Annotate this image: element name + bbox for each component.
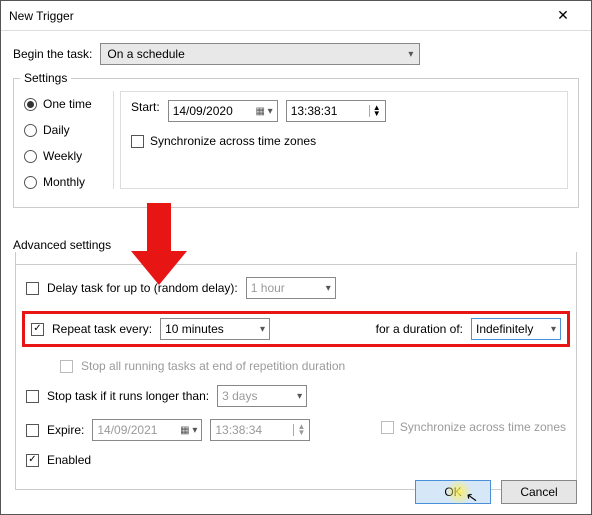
titlebar: New Trigger ✕ bbox=[1, 1, 591, 31]
calendar-icon: ▦ ▾ bbox=[180, 425, 197, 436]
cursor-icon: ↖ bbox=[465, 488, 480, 507]
chevron-down-icon: ▾ bbox=[551, 324, 556, 335]
close-icon: ✕ bbox=[557, 7, 569, 24]
sync-timezones-checkbox[interactable]: Synchronize across time zones bbox=[131, 134, 316, 148]
delay-label: Delay task for up to (random delay): bbox=[47, 281, 238, 295]
radio-icon bbox=[24, 150, 37, 163]
expire-sync-checkbox: Synchronize across time zones bbox=[381, 420, 566, 434]
ok-button[interactable]: OK ↖ bbox=[415, 480, 491, 504]
enabled-checkbox[interactable] bbox=[26, 454, 39, 467]
dialog-buttons: OK ↖ Cancel bbox=[415, 480, 577, 504]
advanced-group: Delay task for up to (random delay): 1 h… bbox=[15, 252, 577, 490]
start-panel: Start: 14/09/2020 ▦ ▾ 13:38:31 ▲▼ Synchr… bbox=[120, 91, 568, 189]
expire-time-value: 13:38:34 bbox=[215, 423, 262, 437]
spinner-icon: ▲▼ bbox=[369, 105, 381, 117]
checkbox-icon bbox=[131, 135, 144, 148]
radio-icon bbox=[24, 124, 37, 137]
repeat-label: Repeat task every: bbox=[52, 322, 152, 336]
stop-all-checkbox bbox=[60, 360, 73, 373]
stop-all-row: Stop all running tasks at end of repetit… bbox=[26, 359, 566, 373]
new-trigger-dialog: New Trigger ✕ Begin the task: On a sched… bbox=[0, 0, 592, 515]
radio-daily[interactable]: Daily bbox=[24, 123, 109, 137]
schedule-radio-group: One time Daily Weekly Monthly bbox=[24, 91, 114, 189]
close-button[interactable]: ✕ bbox=[543, 2, 583, 30]
radio-one-time[interactable]: One time bbox=[24, 97, 109, 111]
begin-task-select[interactable]: On a schedule ▾ bbox=[100, 43, 420, 65]
spinner-icon: ▲▼ bbox=[293, 424, 305, 436]
expire-label: Expire: bbox=[47, 423, 84, 437]
repeat-duration-value: Indefinitely bbox=[476, 322, 533, 336]
enabled-row: Enabled bbox=[26, 453, 566, 467]
stop-if-checkbox[interactable] bbox=[26, 390, 39, 403]
repeat-value: 10 minutes bbox=[165, 322, 224, 336]
radio-icon bbox=[24, 98, 37, 111]
begin-task-label: Begin the task: bbox=[13, 47, 92, 61]
start-date-value: 14/09/2020 bbox=[173, 104, 233, 118]
cancel-label: Cancel bbox=[520, 485, 557, 499]
expire-checkbox[interactable] bbox=[26, 424, 39, 437]
begin-task-value: On a schedule bbox=[107, 47, 184, 61]
expire-date-value: 14/09/2021 bbox=[97, 423, 157, 437]
delay-checkbox[interactable] bbox=[26, 282, 39, 295]
sync-label: Synchronize across time zones bbox=[150, 134, 316, 148]
chevron-down-icon: ▾ bbox=[408, 49, 413, 60]
radio-icon bbox=[24, 176, 37, 189]
stop-if-label: Stop task if it runs longer than: bbox=[47, 389, 209, 403]
settings-legend: Settings bbox=[20, 71, 71, 85]
repeat-interval-select[interactable]: 10 minutes ▾ bbox=[160, 318, 270, 340]
repeat-duration-select[interactable]: Indefinitely ▾ bbox=[471, 318, 561, 340]
chevron-down-icon: ▾ bbox=[326, 283, 331, 294]
chevron-down-icon: ▾ bbox=[297, 391, 302, 402]
radio-label: Monthly bbox=[43, 175, 85, 189]
radio-label: Weekly bbox=[43, 149, 82, 163]
start-date-input[interactable]: 14/09/2020 ▦ ▾ bbox=[168, 100, 278, 122]
repeat-checkbox[interactable] bbox=[31, 323, 44, 336]
expire-sync-label: Synchronize across time zones bbox=[400, 420, 566, 434]
repeat-row: Repeat task every: 10 minutes ▾ for a du… bbox=[31, 318, 561, 340]
cancel-button[interactable]: Cancel bbox=[501, 480, 577, 504]
highlight-annotation: Repeat task every: 10 minutes ▾ for a du… bbox=[22, 311, 570, 347]
ok-label: OK bbox=[444, 485, 461, 499]
chevron-down-icon: ▾ bbox=[260, 324, 265, 335]
radio-label: Daily bbox=[43, 123, 70, 137]
checkbox-icon bbox=[381, 421, 394, 434]
start-time-input[interactable]: 13:38:31 ▲▼ bbox=[286, 100, 386, 122]
radio-weekly[interactable]: Weekly bbox=[24, 149, 109, 163]
stop-if-row: Stop task if it runs longer than: 3 days… bbox=[26, 385, 566, 407]
calendar-icon: ▦ ▾ bbox=[255, 106, 272, 117]
begin-task-row: Begin the task: On a schedule ▾ bbox=[13, 43, 579, 65]
enabled-label: Enabled bbox=[47, 453, 91, 467]
window-title: New Trigger bbox=[9, 9, 74, 23]
expire-date-input[interactable]: 14/09/2021 ▦ ▾ bbox=[92, 419, 202, 441]
stop-if-value-select[interactable]: 3 days ▾ bbox=[217, 385, 307, 407]
dialog-body: Begin the task: On a schedule ▾ Settings… bbox=[1, 31, 591, 498]
delay-row: Delay task for up to (random delay): 1 h… bbox=[26, 277, 566, 299]
radio-monthly[interactable]: Monthly bbox=[24, 175, 109, 189]
repeat-duration-label: for a duration of: bbox=[376, 322, 463, 336]
expire-row: Expire: 14/09/2021 ▦ ▾ 13:38:34 ▲▼ Synch… bbox=[26, 419, 566, 441]
expire-time-input[interactable]: 13:38:34 ▲▼ bbox=[210, 419, 310, 441]
radio-label: One time bbox=[43, 97, 92, 111]
delay-value-select[interactable]: 1 hour ▾ bbox=[246, 277, 336, 299]
delay-value: 1 hour bbox=[251, 281, 285, 295]
start-label: Start: bbox=[131, 100, 160, 114]
start-time-value: 13:38:31 bbox=[291, 104, 338, 118]
advanced-legend: Advanced settings bbox=[13, 238, 579, 252]
settings-group: Settings One time Daily Weekly bbox=[13, 71, 579, 208]
stop-if-value: 3 days bbox=[222, 389, 257, 403]
stop-all-label: Stop all running tasks at end of repetit… bbox=[81, 359, 345, 373]
